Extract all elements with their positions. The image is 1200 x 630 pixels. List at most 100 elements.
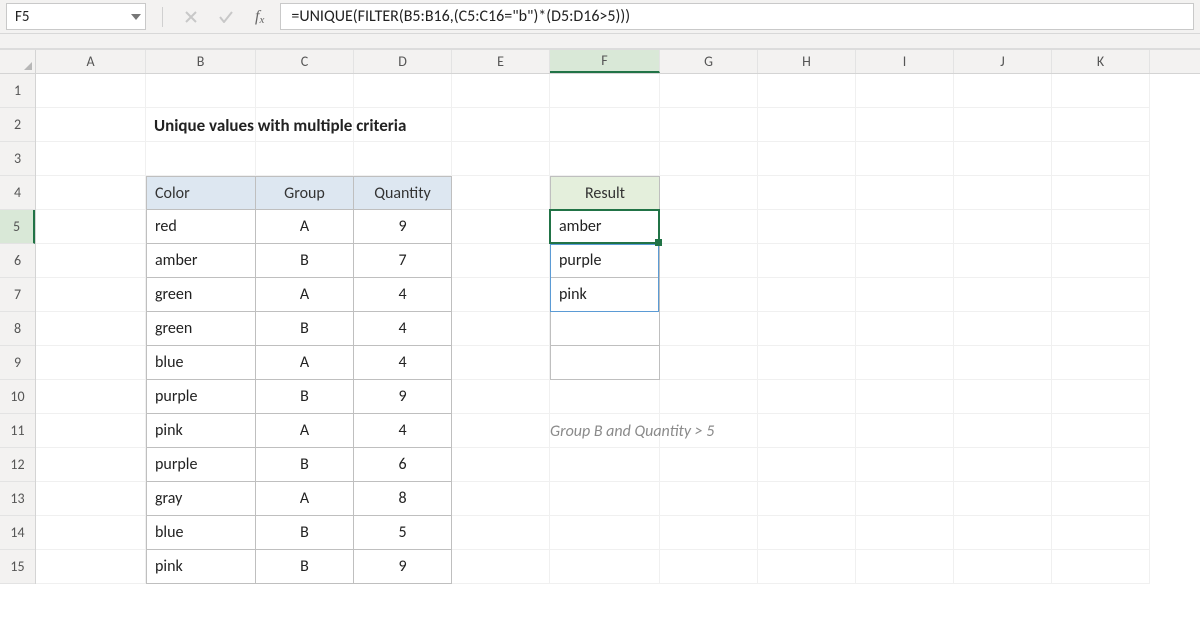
cell[interactable] — [758, 550, 856, 584]
cell[interactable] — [452, 448, 550, 482]
table-row[interactable]: green — [146, 312, 256, 346]
table-row[interactable]: B — [256, 244, 354, 278]
row-header-2[interactable]: 2 — [0, 108, 35, 142]
col-header-A[interactable]: A — [36, 50, 146, 73]
cell[interactable] — [452, 74, 550, 108]
cell[interactable] — [660, 380, 758, 414]
cell[interactable] — [856, 142, 954, 176]
cell[interactable] — [1052, 74, 1150, 108]
col-header-G[interactable]: G — [660, 50, 758, 73]
table-row[interactable]: B — [256, 380, 354, 414]
cell[interactable] — [758, 380, 856, 414]
cell[interactable] — [954, 516, 1052, 550]
cell[interactable] — [36, 380, 146, 414]
table-row[interactable]: 4 — [354, 346, 452, 380]
cell[interactable] — [758, 312, 856, 346]
cell[interactable] — [1052, 414, 1150, 448]
cell[interactable] — [452, 380, 550, 414]
row-header-10[interactable]: 10 — [0, 380, 35, 414]
cell[interactable] — [954, 244, 1052, 278]
table-row[interactable]: B — [256, 516, 354, 550]
formula-input[interactable]: =UNIQUE(FILTER(B5:B16,(C5:C16="b")*(D5:D… — [280, 3, 1194, 30]
cell[interactable] — [758, 244, 856, 278]
table-row[interactable]: 9 — [354, 550, 452, 584]
cell[interactable] — [856, 74, 954, 108]
cell[interactable] — [954, 74, 1052, 108]
table-row[interactable]: 4 — [354, 278, 452, 312]
cell[interactable] — [1052, 244, 1150, 278]
table-header-group[interactable]: Group — [256, 176, 354, 210]
table-row[interactable]: B — [256, 448, 354, 482]
cell[interactable] — [1052, 176, 1150, 210]
cell[interactable] — [452, 210, 550, 244]
cell[interactable] — [856, 176, 954, 210]
cell[interactable] — [856, 210, 954, 244]
col-header-F[interactable]: F — [550, 50, 660, 73]
row-header-4[interactable]: 4 — [0, 176, 35, 210]
cell[interactable] — [856, 346, 954, 380]
col-header-E[interactable]: E — [452, 50, 550, 73]
name-box[interactable]: F5 — [6, 3, 146, 30]
row-header-8[interactable]: 8 — [0, 312, 35, 346]
result-cell[interactable]: pink — [550, 278, 660, 312]
cell[interactable] — [758, 346, 856, 380]
cell[interactable] — [1052, 346, 1150, 380]
col-header-J[interactable]: J — [954, 50, 1052, 73]
cell[interactable] — [660, 550, 758, 584]
col-header-C[interactable]: C — [256, 50, 354, 73]
cell[interactable] — [1052, 550, 1150, 584]
table-row[interactable]: 4 — [354, 414, 452, 448]
cell[interactable] — [550, 142, 660, 176]
cell[interactable] — [452, 414, 550, 448]
row-header-13[interactable]: 13 — [0, 482, 35, 516]
cell-title[interactable]: Unique values with multiple criteria — [146, 108, 256, 142]
cell[interactable] — [452, 244, 550, 278]
cell[interactable] — [354, 142, 452, 176]
table-row[interactable]: B — [256, 312, 354, 346]
row-header-15[interactable]: 15 — [0, 550, 35, 584]
table-row[interactable]: purple — [146, 448, 256, 482]
table-row[interactable]: A — [256, 210, 354, 244]
result-cell[interactable]: purple — [550, 244, 660, 278]
cell[interactable] — [660, 482, 758, 516]
cell[interactable] — [452, 346, 550, 380]
result-cell[interactable] — [550, 346, 660, 380]
cell[interactable] — [1052, 312, 1150, 346]
cell[interactable] — [452, 550, 550, 584]
cell[interactable] — [550, 448, 660, 482]
cell[interactable] — [856, 516, 954, 550]
cell[interactable] — [550, 550, 660, 584]
cell[interactable] — [36, 176, 146, 210]
cell[interactable] — [1052, 278, 1150, 312]
cell[interactable] — [660, 278, 758, 312]
table-row[interactable]: 7 — [354, 244, 452, 278]
name-box-dropdown-icon[interactable] — [131, 14, 141, 20]
cell[interactable] — [758, 210, 856, 244]
cell[interactable] — [36, 346, 146, 380]
row-header-14[interactable]: 14 — [0, 516, 35, 550]
row-header-5[interactable]: 5 — [0, 210, 35, 244]
row-header-1[interactable]: 1 — [0, 74, 35, 108]
cell[interactable] — [36, 414, 146, 448]
cell[interactable] — [452, 482, 550, 516]
cell[interactable] — [660, 176, 758, 210]
col-header-I[interactable]: I — [856, 50, 954, 73]
table-row[interactable]: amber — [146, 244, 256, 278]
table-row[interactable]: 9 — [354, 380, 452, 414]
cell[interactable] — [954, 380, 1052, 414]
cell[interactable] — [452, 278, 550, 312]
cell-note[interactable]: Group B and Quantity > 5 — [550, 414, 660, 448]
cell[interactable] — [758, 176, 856, 210]
cell[interactable] — [954, 448, 1052, 482]
row-header-7[interactable]: 7 — [0, 278, 35, 312]
table-row[interactable]: A — [256, 482, 354, 516]
cell[interactable] — [36, 516, 146, 550]
row-header-3[interactable]: 3 — [0, 142, 35, 176]
cell[interactable] — [660, 346, 758, 380]
table-row[interactable]: purple — [146, 380, 256, 414]
table-row[interactable]: 9 — [354, 210, 452, 244]
cell[interactable] — [550, 380, 660, 414]
cell[interactable] — [146, 74, 256, 108]
table-row[interactable]: green — [146, 278, 256, 312]
cell[interactable] — [954, 346, 1052, 380]
